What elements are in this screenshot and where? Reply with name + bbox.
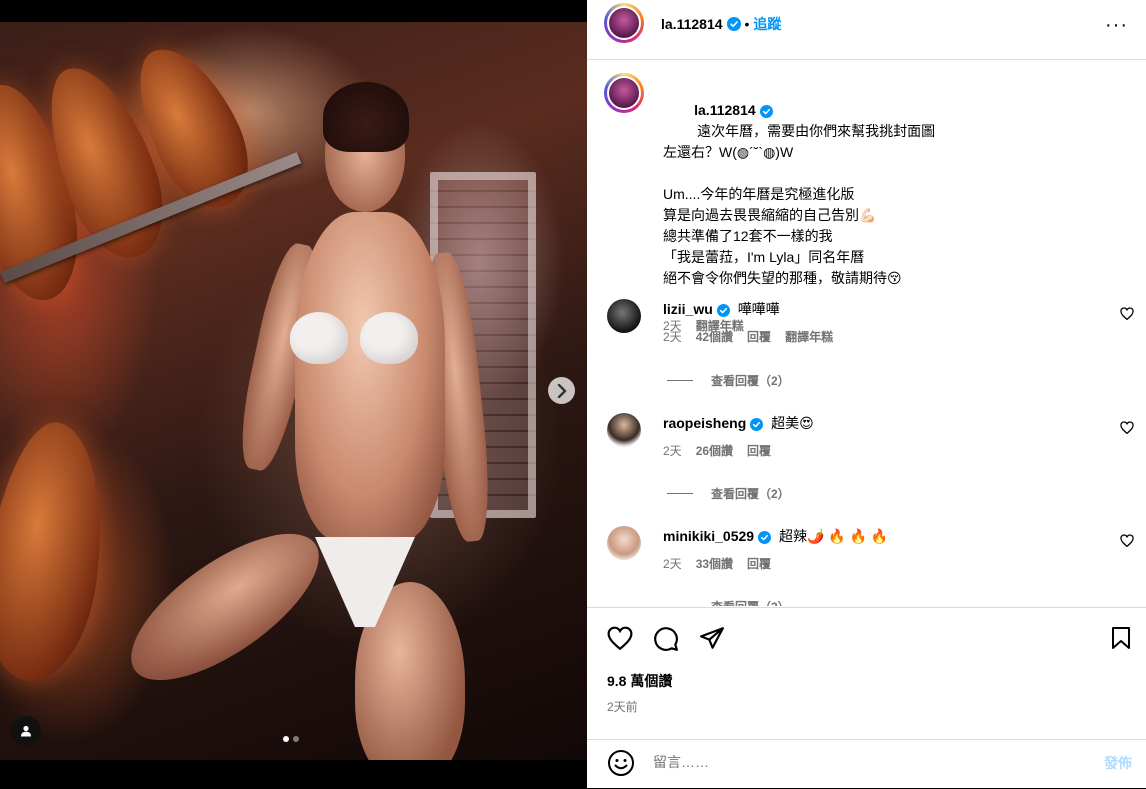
post-header: la.112814 • 追蹤 ···: [587, 0, 1146, 60]
commenter-avatar[interactable]: [607, 526, 641, 560]
share-icon[interactable]: [699, 626, 725, 650]
carousel-dots: [283, 736, 299, 742]
more-options-icon[interactable]: ···: [1105, 14, 1128, 37]
comment-likes[interactable]: 42個讚: [696, 327, 733, 347]
comment-like-icon[interactable]: [1120, 421, 1134, 434]
verified-badge-icon: [759, 104, 773, 118]
comment-likes[interactable]: 26個讚: [696, 441, 733, 461]
emoji-icon[interactable]: [607, 749, 635, 777]
post-date: 2天前: [607, 700, 638, 714]
comment-like-icon[interactable]: [1120, 307, 1134, 320]
post-panel: la.112814 • 追蹤 ··· la.112814 遠次年曆，需要由你們來…: [587, 0, 1146, 788]
commenter-username[interactable]: lizii_wu: [663, 301, 713, 317]
comment-like-icon[interactable]: [1120, 534, 1134, 547]
verified-badge-icon: [758, 530, 772, 544]
action-bar: 9.8 萬個讚 2天前: [587, 607, 1146, 748]
carousel-dot-active: [283, 736, 289, 742]
author-avatar[interactable]: [604, 3, 644, 43]
comment-meta: 2天 42個讚 回覆 翻譯年糕: [663, 327, 833, 347]
model-figure: [109, 82, 505, 760]
view-replies-button[interactable]: 查看回覆（2）: [667, 372, 790, 389]
verified-badge-icon: [726, 17, 741, 31]
caption-text: 遠次年曆，需要由你們來幫我挑封面圖 左還右？W(◍´˘`◍)W Um....今年…: [663, 123, 936, 286]
comment-age: 2天: [663, 330, 682, 344]
author-username[interactable]: la.112814: [661, 16, 723, 32]
author-info: la.112814 • 追蹤: [661, 14, 782, 34]
tagged-users-button[interactable]: [11, 716, 41, 746]
comment-likes[interactable]: 33個讚: [696, 554, 733, 574]
comment-icon[interactable]: [653, 626, 679, 652]
like-count[interactable]: 9.8 萬個讚: [607, 671, 672, 691]
hanging-duck: [0, 415, 118, 689]
comments-list: la.112814 遠次年曆，需要由你們來幫我挑封面圖 左還右？W(◍´˘`◍)…: [587, 60, 1146, 606]
reply-button[interactable]: 回覆: [747, 554, 771, 574]
translate-comment-button[interactable]: 翻譯年糕: [785, 327, 833, 347]
chevron-right-icon: [557, 383, 566, 398]
reply-button[interactable]: 回覆: [747, 327, 771, 347]
reply-button[interactable]: 回覆: [747, 441, 771, 461]
media-pane: [0, 0, 587, 788]
comment-input[interactable]: [651, 753, 1075, 771]
caption-avatar[interactable]: [604, 73, 644, 113]
next-image-button[interactable]: [548, 377, 575, 404]
view-replies-button[interactable]: 查看回覆（2）: [667, 485, 790, 502]
comment-meta: 2天 26個讚 回覆: [663, 441, 814, 461]
commenter-username[interactable]: minikiki_0529: [663, 528, 754, 544]
post-photo[interactable]: [0, 22, 587, 760]
post-comment-button[interactable]: 發佈: [1104, 753, 1132, 773]
comment-age: 2天: [663, 557, 682, 571]
bookmark-icon[interactable]: [1110, 626, 1132, 650]
follow-button[interactable]: 追蹤: [753, 14, 781, 34]
comment-text: 嘩嘩嘩: [737, 301, 780, 317]
comment-text: 超美😍: [771, 415, 814, 431]
commenter-avatar[interactable]: [607, 299, 641, 333]
verified-badge-icon: [716, 303, 730, 317]
caption-username[interactable]: la.112814: [694, 102, 756, 118]
view-replies-button[interactable]: 查看回覆（2）: [667, 598, 790, 606]
comment-text: 超辣🌶️ 🔥 🔥 🔥: [778, 528, 889, 544]
comment-composer: 發佈: [587, 739, 1146, 789]
commenter-username[interactable]: raopeisheng: [663, 415, 746, 431]
comment-meta: 2天 33個讚 回覆: [663, 554, 888, 574]
comment-age: 2天: [663, 444, 682, 458]
verified-badge-icon: [750, 417, 764, 431]
heart-icon[interactable]: [607, 626, 633, 650]
commenter-avatar[interactable]: [607, 413, 641, 447]
carousel-dot: [293, 736, 299, 742]
user-tag-icon: [21, 725, 31, 737]
